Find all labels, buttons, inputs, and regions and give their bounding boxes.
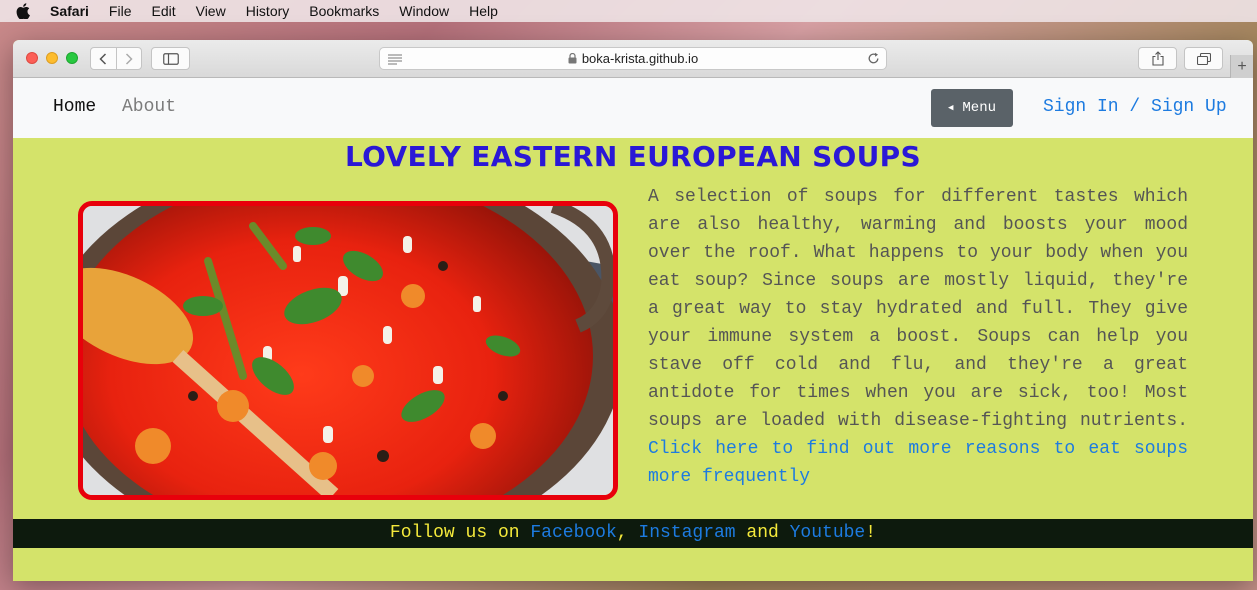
reload-icon[interactable]: [867, 52, 880, 68]
menu-bookmarks[interactable]: Bookmarks: [309, 3, 379, 19]
menu-button[interactable]: ◀ Menu: [931, 89, 1013, 127]
main-content: LOVELY EASTERN EUROPEAN SOUPS A selectio…: [13, 138, 1253, 581]
forward-button[interactable]: [117, 48, 142, 69]
footer-suffix: !: [865, 523, 877, 543]
back-button[interactable]: [91, 48, 117, 69]
facebook-link[interactable]: Facebook: [530, 523, 616, 543]
sidebar-toggle-button[interactable]: [151, 47, 190, 70]
chevron-right-icon: [125, 52, 133, 65]
sign-in-link[interactable]: Sign In / Sign Up: [1043, 97, 1227, 117]
more-reasons-link[interactable]: Click here to find out more reasons to e…: [648, 439, 1188, 487]
menu-safari[interactable]: Safari: [50, 3, 89, 19]
sidebar-icon: [162, 52, 179, 65]
menu-window[interactable]: Window: [399, 3, 449, 19]
menu-help[interactable]: Help: [469, 3, 498, 19]
youtube-link[interactable]: Youtube: [790, 523, 866, 543]
macos-menu-bar: Safari File Edit View History Bookmarks …: [0, 0, 1257, 22]
soup-image: [78, 201, 618, 500]
reader-view-icon[interactable]: [388, 53, 402, 68]
footer-separator-1: ,: [616, 523, 639, 543]
intro-paragraph: A selection of soups for different taste…: [648, 183, 1188, 491]
site-navbar: Home About ◀ Menu Sign In / Sign Up: [13, 78, 1253, 138]
menu-file[interactable]: File: [109, 3, 132, 19]
minimize-window-button[interactable]: [46, 52, 58, 64]
footer-separator-2: and: [735, 523, 790, 543]
tabs-overview-icon: [1196, 52, 1211, 65]
instagram-link[interactable]: Instagram: [638, 523, 735, 543]
menu-view[interactable]: View: [196, 3, 226, 19]
close-window-button[interactable]: [26, 52, 38, 64]
menu-history[interactable]: History: [246, 3, 290, 19]
lock-icon: [568, 53, 577, 64]
zoom-window-button[interactable]: [66, 52, 78, 64]
footer-prefix: Follow us on: [389, 523, 531, 543]
chevron-left-icon: [99, 52, 107, 65]
caret-left-icon: ◀: [947, 103, 954, 113]
back-forward-group: [90, 47, 142, 70]
show-tabs-button[interactable]: [1184, 47, 1223, 70]
new-tab-button[interactable]: +: [1230, 55, 1253, 78]
nav-about-link[interactable]: About: [122, 97, 176, 117]
page-title: LOVELY EASTERN EUROPEAN SOUPS: [345, 140, 921, 173]
intro-text: A selection of soups for different taste…: [648, 187, 1188, 431]
url-text: boka-krista.github.io: [581, 51, 699, 66]
menu-edit[interactable]: Edit: [151, 3, 175, 19]
share-button[interactable]: [1138, 47, 1177, 70]
apple-icon[interactable]: [16, 3, 32, 19]
nav-home-link[interactable]: Home: [53, 97, 96, 117]
browser-toolbar: boka-krista.github.io +: [13, 40, 1253, 78]
menu-button-label: Menu: [962, 100, 997, 116]
browser-window: boka-krista.github.io + Home About ◀ Men…: [13, 40, 1253, 581]
address-bar[interactable]: boka-krista.github.io: [379, 47, 887, 70]
share-icon: [1151, 51, 1164, 66]
social-footer: Follow us on Facebook, Instagram and You…: [13, 519, 1253, 548]
